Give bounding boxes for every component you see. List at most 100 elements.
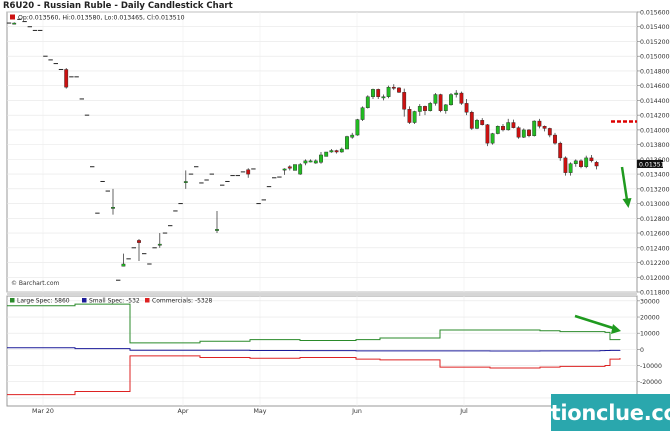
price-candle [511,122,516,128]
price-candle [350,134,355,138]
price-candle [495,126,500,134]
price-candle [402,92,407,110]
price-candle [558,142,563,159]
price-candle [579,160,583,167]
price-candle [12,22,17,25]
price-tick-label: 0.012600 [640,231,670,238]
price-tick-label: 0.013400 [640,172,670,179]
price-candle [527,129,531,136]
price-candle [319,154,323,163]
price-candle [589,157,594,162]
price-candle [475,120,479,129]
price-candle [464,103,469,113]
price-tick-label: 0.013800 [640,142,670,149]
price-tick-label: 0.011800 [640,290,670,297]
time-tick-label: Mar 20 [32,408,54,415]
price-candle [568,163,573,173]
price-candle [339,148,344,153]
cot-tick-label: 0 [640,347,644,354]
ohlc-label: Op:0.013560, Hi:0.013580, Lo:0.013465, C… [18,15,185,22]
cot-tick-label: -20000 [640,379,662,386]
price-candle [365,96,370,108]
price-candle [157,243,162,246]
price-tick-label: 0.015400 [640,24,670,31]
price-tick-label: 0.015000 [640,54,670,61]
price-candle [501,126,505,131]
price-candle [397,87,401,93]
price-candle [334,150,339,153]
price-candle [480,120,485,125]
price-tick-label: 0.012400 [640,245,670,252]
price-candle [183,181,188,183]
price-candle [329,150,334,153]
price-candle [287,166,292,169]
price-panel-frame [6,11,638,293]
price-candle [298,164,303,175]
time-tick-label: Jun [351,408,362,415]
price-candle [282,168,287,171]
cot-legend-swatch [10,298,15,303]
price-tick-label: 0.013200 [640,186,670,193]
price-candle [443,104,448,111]
cot-legend-swatch [82,298,87,303]
price-candle [553,134,557,144]
cot-tick-label: 10000 [640,331,660,338]
price-tick-label: 0.014800 [640,68,670,75]
price-candle [324,151,329,157]
time-tick-label: Jul [459,408,468,415]
time-tick-label: May [253,408,266,415]
price-candle [469,112,474,129]
source-label: © Barchart.com [11,280,60,287]
price-candle [547,128,552,136]
price-candle [563,157,568,173]
price-candle [215,229,219,231]
price-tick-label: 0.014200 [640,113,670,120]
price-candle [303,160,308,164]
panel-separator [7,292,637,296]
price-candle [121,263,126,267]
price-candle [454,92,459,95]
price-tick-label: 0.015200 [640,39,670,46]
price-tick-label: 0.015600 [640,10,670,17]
price-candle [137,240,141,243]
price-candle [386,86,391,97]
price-candle [573,160,578,164]
price-candle [376,89,381,97]
time-tick-label: Apr [178,408,189,415]
price-candle [459,92,464,104]
price-candle [407,109,412,123]
price-candle [355,119,360,136]
price-candle [293,164,297,171]
price-tick-label: 0.013000 [640,201,670,208]
chart-root: 0.015600 0.015400 0.015200 0.015000 0.014800… [6,10,670,415]
price-tick-label: 0.014400 [640,98,670,105]
price-candle [313,160,318,164]
price-candle [516,127,521,138]
price-candle [412,111,417,123]
price-candle [417,106,422,112]
price-candle [345,136,349,150]
price-tick-label: 0.014000 [640,127,670,134]
price-candle [485,124,490,144]
price-candle [360,107,365,120]
cot-tick-label: 20000 [640,315,660,322]
price-candle [381,96,386,99]
price-candle [371,89,375,97]
price-candle [433,94,438,104]
last-price-label: 0.013510 [639,161,669,168]
ohlc-swatch [10,14,15,20]
watermark: optionclue.com [522,394,670,431]
price-candle [246,169,251,175]
price-candle [594,162,599,167]
price-candle [542,126,547,129]
cot-legend-label: Small Spec: -532 [89,298,140,305]
cot-tick-label: -10000 [640,363,662,370]
price-candle [532,120,537,136]
price-tick-label: 0.012200 [640,260,670,267]
price-candle [438,94,443,111]
price-tick-label: 0.012800 [640,216,670,223]
price-candle [490,133,495,144]
cot-legend-label: Large Spec: 5860 [17,298,70,305]
price-tick-label: 0.014600 [640,83,670,90]
price-candle [584,157,589,167]
